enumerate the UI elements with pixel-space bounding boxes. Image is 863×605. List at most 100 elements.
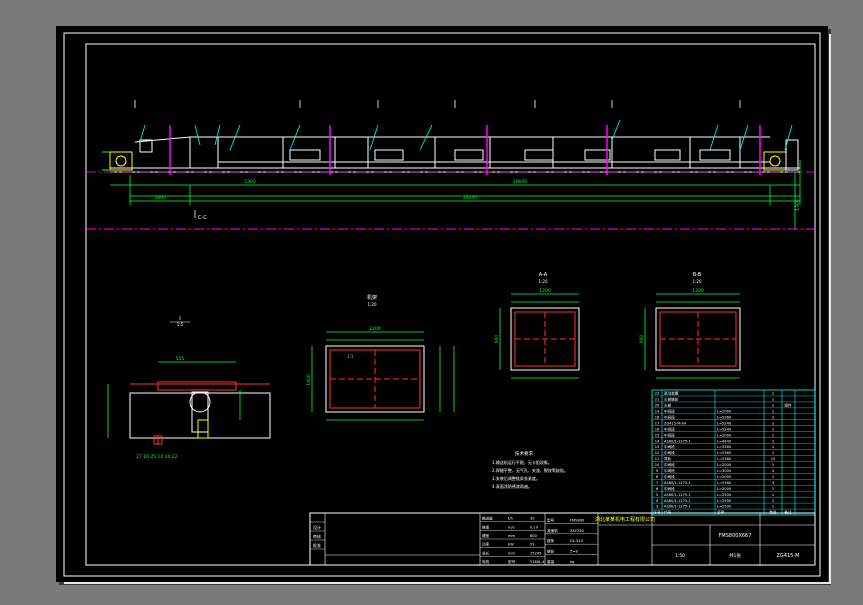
parts-cell: 5 — [656, 493, 658, 497]
notes-line-3: 3.安装后调整链条张紧度。 — [492, 475, 540, 481]
parts-header-cell: 名称 — [717, 510, 725, 515]
detail-i-dim: 555 — [176, 356, 185, 362]
parts-cell: 17 — [655, 421, 660, 425]
parts-cell: 中间段 — [664, 432, 675, 437]
spec-cell: 槽宽 — [482, 533, 490, 538]
section-b-title: B-B — [693, 272, 702, 278]
parts-cell: AS60/1-1275-1 — [664, 499, 691, 503]
spec-mid-cell: DL-315 — [570, 539, 583, 543]
parts-cell: 4 — [656, 499, 659, 503]
svg-text:27 16 25 14 20 22: 27 16 25 14 20 22 — [136, 454, 178, 460]
parts-cell: L=5240 — [717, 427, 732, 431]
conveyor-drawing: 25245 19640 2800 5360 1300 C-C I 1:5 555… — [63, 32, 821, 577]
parts-cell: 头部 — [664, 403, 672, 408]
title-scale: 1:50 — [675, 553, 685, 559]
cad-viewport[interactable]: 25245 19640 2800 5360 1300 C-C I 1:5 555… — [0, 0, 863, 605]
parts-cell: 10 — [771, 457, 776, 461]
parts-cell: 2 — [772, 415, 774, 419]
parts-cell: 导轨 — [664, 456, 672, 461]
section-b-scale: 1:20 — [693, 279, 702, 284]
parts-cell: 1 — [772, 493, 774, 497]
parts-cell: 15 — [655, 433, 660, 437]
parts-cell: 10 — [655, 463, 660, 467]
parts-cell: 中间段 — [664, 462, 675, 467]
spec-cell: 22 — [530, 543, 535, 547]
spec-cell: Y180L-4 — [530, 560, 545, 564]
spec-mid-cell: kg — [570, 560, 574, 564]
parts-header-cell: 序号 — [653, 510, 661, 515]
parts-cell: L=3000 — [717, 469, 732, 473]
spec-cell: 功率 — [482, 542, 490, 547]
parts-cell: 中间段 — [664, 486, 675, 491]
product-model: FMS800X667 — [719, 533, 752, 539]
parts-cell: 1 — [772, 505, 774, 509]
parts-cell: AS60/1-1275-1 — [664, 493, 691, 497]
parts-header-cell: 数量 — [769, 510, 777, 515]
spec-mid-cell: ZSY250 — [570, 529, 585, 533]
parts-cell: 1 — [772, 475, 774, 479]
title-checker: 审核 — [313, 533, 321, 539]
section-a-title: A-A — [539, 272, 548, 278]
section-a-view: A-A 1:20 1200 900 — [494, 272, 580, 379]
spec-mid-cell: 减速机 — [547, 528, 558, 533]
parts-cell: 1 — [772, 392, 774, 396]
parts-cell: AS60/1-1275-1 — [664, 439, 691, 443]
parts-cell: L=5360 — [717, 445, 732, 449]
title-sheet: 共1张 — [729, 552, 741, 559]
detail-i-scale: 1:5 — [177, 322, 184, 327]
section-b-height: 900 — [639, 335, 645, 344]
head-end — [102, 136, 219, 171]
spec-mid-cell: 型号 — [547, 517, 555, 522]
parts-cell: L=2500 — [717, 505, 732, 509]
spec-cell: m/s — [508, 525, 515, 529]
parts-cell: 13 — [655, 445, 660, 449]
parts-cell: L=2000 — [717, 410, 732, 414]
parts-cell: 驱动装置 — [664, 391, 679, 396]
parts-cell: 1 — [772, 451, 774, 455]
parts-cell: L=2500 — [717, 499, 732, 503]
section-mark-c: C-C — [198, 215, 207, 221]
title-approver: 批准 — [313, 542, 321, 548]
parts-cell: 8 — [656, 475, 659, 479]
parts-cell: 1 — [772, 463, 774, 467]
parts-cell: 中间段 — [664, 468, 675, 473]
dim-total-length: 25245 — [463, 195, 477, 201]
spec-cell: 电机 — [482, 559, 490, 564]
section-c-scale: 1:20 — [368, 302, 377, 307]
title-block: 输送量 t/h 30 链速 m/s 0.19 槽宽 mm 800 功率 kW 22 总长 mm 25245 电… — [309, 512, 816, 566]
parts-cell: 1 — [772, 445, 774, 449]
outer-frame — [63, 32, 821, 577]
section-b-view: B-B 1:20 1200 900 — [639, 272, 741, 379]
parts-cell: 1 — [772, 398, 774, 402]
spec-cell: mm — [508, 551, 516, 555]
spec-cell: 型号 — [508, 559, 516, 564]
parts-cell: 7 — [656, 481, 658, 485]
spec-cell: kW — [508, 543, 514, 547]
parts-header-cell: 备注 — [784, 510, 792, 515]
parts-list: 22 驱动装置 121 头部链轮 120 头部 1 组件19 中间段 L=2000 118 中间段 L=… — [651, 389, 816, 516]
parts-cell: 中间段 — [664, 426, 675, 431]
section-c-title: 机架 — [367, 294, 377, 301]
parts-cell: 1 — [772, 410, 774, 414]
parts-cell: 中间段 — [664, 409, 675, 414]
spec-cell: 输送量 — [482, 516, 493, 521]
section-a-width: 1200 — [539, 288, 551, 294]
notes-line-4: 4.表面涂防锈漆两遍。 — [492, 483, 532, 489]
parts-cell: 1 — [772, 427, 774, 431]
parts-header-cell: 代号 — [664, 510, 672, 515]
section-a-height: 900 — [494, 335, 500, 344]
parts-cell: 1 — [772, 404, 774, 408]
parts-cell: 中间段 — [664, 450, 675, 455]
parts-cell: L=2000 — [717, 487, 732, 491]
spec-mid-cell: 链条 — [547, 538, 555, 543]
parts-cell: ZG415-M-04 — [664, 421, 687, 425]
company-name: 湖北某某机电工程有限公司 — [595, 516, 655, 523]
parts-cell: 1 — [772, 433, 774, 437]
spec-cell: mm — [508, 534, 516, 538]
dim-segment-1: 5360 — [244, 179, 256, 185]
parts-cell: 14 — [655, 439, 660, 443]
parts-cell: 11 — [655, 457, 660, 461]
inner-frame — [85, 43, 816, 566]
section-b-width: 1200 — [692, 288, 704, 294]
parts-cell: 中间段 — [664, 414, 675, 419]
